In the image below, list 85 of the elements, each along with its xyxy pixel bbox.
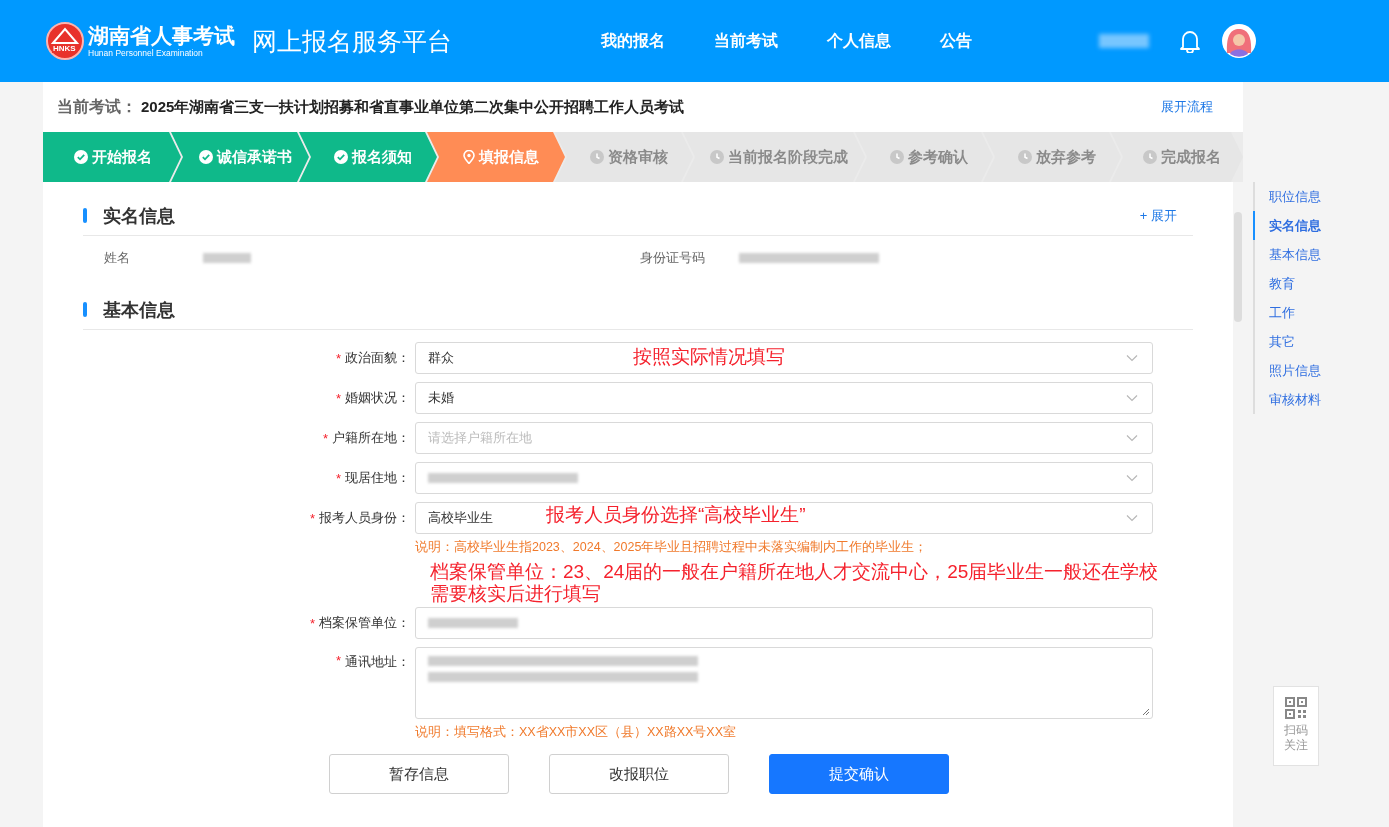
qr-widget[interactable]: 扫码关注 xyxy=(1273,686,1319,766)
expand-link[interactable]: + 展开 xyxy=(1139,206,1177,225)
qr-code-icon xyxy=(1284,696,1308,720)
field-value: 群众 xyxy=(428,349,454,367)
side-nav-item[interactable]: 基本信息 xyxy=(1253,240,1389,269)
field-label: 户籍所在地： xyxy=(332,429,410,447)
field-label: 报考人员身份： xyxy=(319,509,410,527)
field-label: 档案保管单位： xyxy=(319,614,410,632)
chevron-down-icon xyxy=(1126,354,1138,362)
clock-icon xyxy=(1018,150,1032,164)
check-circle-icon xyxy=(74,150,88,164)
required-mark: * xyxy=(309,510,315,526)
nav-link[interactable]: 当前考试 xyxy=(714,30,778,52)
check-circle-icon xyxy=(334,150,348,164)
action-button[interactable]: 暂存信息 xyxy=(329,754,509,794)
clock-icon xyxy=(1143,150,1157,164)
section-title: 基本信息 xyxy=(103,298,176,322)
input-field[interactable] xyxy=(415,607,1153,639)
side-nav-item[interactable]: 工作 xyxy=(1253,298,1389,327)
field-label: 身份证号码 xyxy=(640,249,706,267)
annotation-note: 按照实际情况填写 xyxy=(633,345,785,369)
select-field[interactable]: 未婚 xyxy=(415,382,1153,414)
location-pin-icon xyxy=(463,150,475,164)
progress-step[interactable]: 报名须知 xyxy=(299,132,437,182)
field-label: 通讯地址： xyxy=(345,653,410,671)
logo-title: 湖南省人事考试 xyxy=(88,24,235,48)
required-mark: * xyxy=(309,615,315,631)
scrollbar[interactable] xyxy=(1233,182,1243,827)
textarea-field[interactable] xyxy=(415,647,1153,719)
field-value: 高校毕业生 xyxy=(428,509,493,527)
platform-title: 网上报名服务平台 xyxy=(252,25,452,57)
side-nav-item[interactable]: 审核材料 xyxy=(1253,385,1389,414)
progress-step[interactable]: 参考确认 xyxy=(855,132,993,182)
clock-icon xyxy=(710,150,724,164)
progress-step[interactable]: 填报信息 xyxy=(427,132,565,182)
resize-grip-icon[interactable] xyxy=(1142,708,1150,716)
action-button[interactable]: 提交确认 xyxy=(769,754,949,794)
side-nav-item[interactable]: 职位信息 xyxy=(1253,182,1389,211)
field-hint: 说明：高校毕业生指2023、2024、2025年毕业且招聘过程中未落实编制内工作的毕业生； xyxy=(415,539,929,555)
progress-step[interactable]: 当前报名阶段完成 xyxy=(683,132,865,182)
chevron-down-icon xyxy=(1126,394,1138,402)
nav-link[interactable]: 我的报名 xyxy=(601,30,665,52)
qr-label: 扫码关注 xyxy=(1284,723,1308,753)
section-title: 实名信息 xyxy=(103,204,176,228)
required-mark: * xyxy=(322,430,328,446)
nav-link[interactable]: 个人信息 xyxy=(827,30,891,52)
side-nav-item[interactable]: 照片信息 xyxy=(1253,356,1389,385)
progress-step[interactable]: 开始报名 xyxy=(43,132,181,182)
field-label: 姓名 xyxy=(104,249,131,267)
avatar[interactable] xyxy=(1221,23,1257,59)
required-mark: * xyxy=(335,470,341,486)
blurred-value xyxy=(203,253,251,263)
field-placeholder: 请选择户籍所在地 xyxy=(428,429,532,447)
nav-link[interactable]: 公告 xyxy=(940,30,972,52)
field-value: 未婚 xyxy=(428,389,454,407)
required-mark: * xyxy=(335,390,341,406)
annotation-note: 报考人员身份选择“高校毕业生” xyxy=(546,503,806,527)
progress-step[interactable]: 资格审核 xyxy=(555,132,693,182)
exam-label: 当前考试： xyxy=(57,96,137,117)
clock-icon xyxy=(890,150,904,164)
chevron-down-icon xyxy=(1126,474,1138,482)
field-label: 现居住地： xyxy=(345,469,410,487)
check-circle-icon xyxy=(198,150,213,164)
side-nav-item[interactable]: 实名信息 xyxy=(1253,211,1389,240)
select-field[interactable] xyxy=(415,462,1153,494)
progress-step[interactable]: 完成报名 xyxy=(1111,132,1243,182)
blurred-username xyxy=(1099,34,1149,48)
logo-badge: HNKS xyxy=(52,44,77,53)
logo-subtitle: Hunan Personnel Examination xyxy=(88,48,204,58)
bell-icon[interactable] xyxy=(1179,29,1201,53)
field-label: 政治面貌： xyxy=(345,349,410,367)
side-nav-item[interactable]: 教育 xyxy=(1253,269,1389,298)
required-mark: * xyxy=(335,350,341,366)
field-label: 婚姻状况： xyxy=(345,389,410,407)
required-mark: * xyxy=(335,653,341,668)
clock-icon xyxy=(590,150,604,164)
progress-step[interactable]: 放弃参考 xyxy=(983,132,1121,182)
field-hint: 说明：填写格式：XX省XX市XX区（县）XX路XX号XX室 xyxy=(415,724,738,740)
action-button[interactable]: 改报职位 xyxy=(549,754,729,794)
progress-step[interactable]: 诚信承诺书 xyxy=(171,132,309,182)
chevron-down-icon xyxy=(1126,514,1138,522)
chevron-down-icon xyxy=(1126,434,1138,442)
side-nav-item[interactable]: 其它 xyxy=(1253,327,1389,356)
exam-title: 2025年湖南省三支一扶计划招募和省直事业单位第二次集中公开招聘工作人员考试 xyxy=(141,97,686,117)
expand-process-link[interactable]: 展开流程 xyxy=(1161,98,1213,116)
